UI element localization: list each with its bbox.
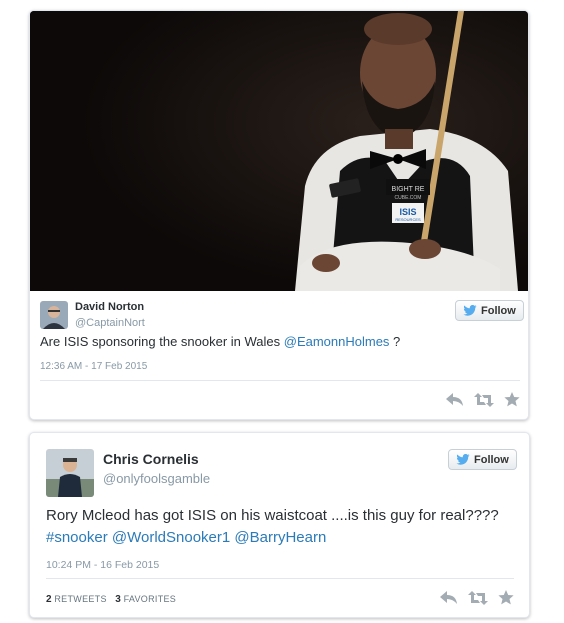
timestamp[interactable]: 12:36 AM - 17 Feb 2015: [40, 361, 147, 372]
divider: [46, 578, 514, 579]
mention-link[interactable]: @WorldSnooker1: [112, 529, 230, 546]
favorites-label[interactable]: FAVORITES: [124, 594, 177, 604]
user-handle[interactable]: @CaptainNort: [75, 317, 145, 329]
retweet-icon[interactable]: [474, 392, 494, 407]
reply-icon[interactable]: [446, 392, 464, 407]
favorite-star-icon[interactable]: [498, 590, 514, 605]
vest-sponsor-text: BIGHT RE: [392, 186, 425, 193]
display-name[interactable]: Chris Cornelis: [103, 451, 199, 467]
tweet-actions: [446, 392, 520, 407]
twitter-bird-icon: [456, 454, 470, 465]
tweet-text-plain: ?: [389, 334, 401, 349]
tweet-card: BIGHT RE CUBE.COM ISIS RESOURCES David N…: [29, 10, 529, 420]
display-name[interactable]: David Norton: [75, 301, 144, 313]
divider: [40, 380, 520, 381]
tweet-stats: 2 RETWEETS 3 FAVORITES: [46, 594, 176, 605]
follow-label: Follow: [481, 304, 516, 317]
retweet-icon[interactable]: [468, 590, 488, 605]
snooker-player-photo: BIGHT RE CUBE.COM ISIS RESOURCES: [30, 11, 528, 291]
vest-isis-logo: ISIS: [399, 207, 416, 217]
reply-icon[interactable]: [440, 590, 458, 605]
follow-label: Follow: [474, 453, 509, 466]
timestamp[interactable]: 10:24 PM - 16 Feb 2015: [46, 559, 159, 571]
vest-isis-sub: RESOURCES: [395, 217, 421, 222]
tweet-text-plain: Are ISIS sponsoring the snooker in Wales: [40, 334, 284, 349]
vest-sponsor-subtext: CUBE.COM: [395, 195, 422, 201]
tweet-actions: [440, 590, 514, 605]
twitter-bird-icon: [463, 305, 477, 316]
tweet-text: Are ISIS sponsoring the snooker in Wales…: [40, 333, 520, 351]
favorite-star-icon[interactable]: [504, 392, 520, 407]
retweets-label[interactable]: RETWEETS: [54, 594, 106, 604]
mention-link[interactable]: @BarryHearn: [234, 529, 326, 546]
tweet-text: Rory Mcleod has got ISIS on his waistcoa…: [46, 505, 516, 549]
tweet-photo[interactable]: BIGHT RE CUBE.COM ISIS RESOURCES: [30, 11, 528, 291]
tweet-text-plain: Rory Mcleod has got ISIS on his waistcoa…: [46, 507, 499, 524]
retweets-count[interactable]: 2: [46, 594, 52, 605]
follow-button[interactable]: Follow: [455, 300, 524, 321]
follow-button[interactable]: Follow: [448, 449, 517, 470]
favorites-count[interactable]: 3: [115, 594, 121, 605]
avatar[interactable]: [46, 449, 94, 497]
avatar[interactable]: [40, 301, 68, 329]
hashtag-link[interactable]: #snooker: [46, 529, 108, 546]
mention-link[interactable]: @EamonnHolmes: [284, 334, 390, 349]
user-handle[interactable]: @onlyfoolsgamble: [103, 471, 210, 486]
tweet-card: Chris Cornelis @onlyfoolsgamble Follow R…: [29, 432, 530, 618]
